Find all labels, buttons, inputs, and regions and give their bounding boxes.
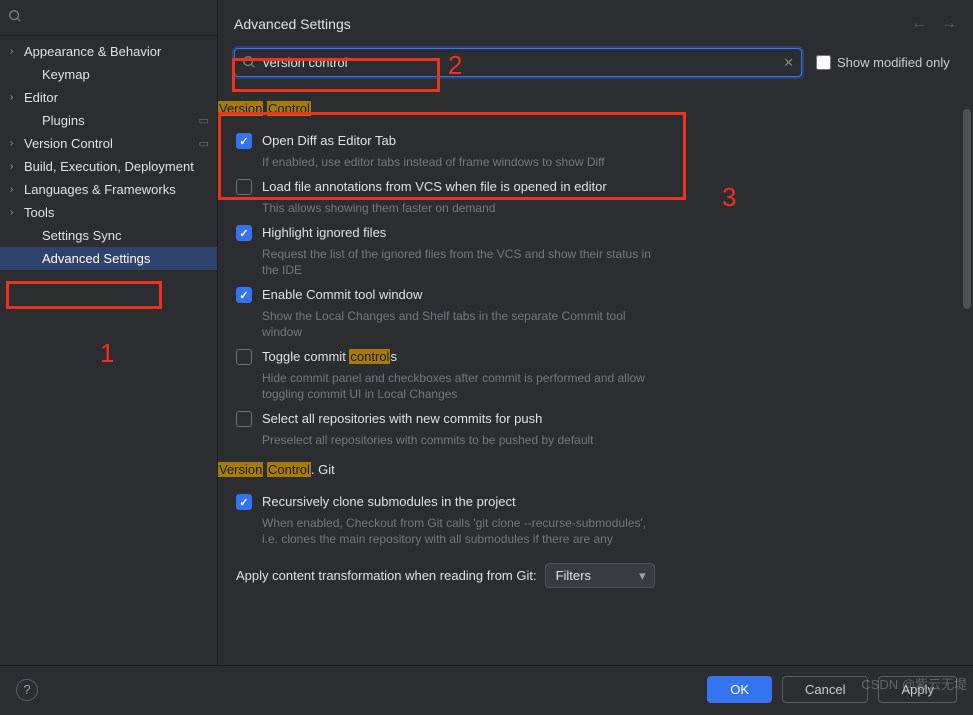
chevron-right-icon: ›	[10, 184, 24, 195]
sidebar-item-keymap[interactable]: Keymap	[0, 63, 217, 86]
sidebar-item-settings-sync[interactable]: Settings Sync	[0, 224, 217, 247]
setting-label: Open Diff as Editor Tab	[262, 132, 953, 150]
dialog-footer: ? OK Cancel Apply	[0, 665, 973, 713]
setting-checkbox[interactable]	[236, 133, 252, 149]
search-icon	[242, 55, 256, 72]
sidebar-item-label: Settings Sync	[42, 228, 209, 243]
sidebar-item-label: Build, Execution, Deployment	[24, 159, 209, 174]
setting-description: If enabled, use editor tabs instead of f…	[262, 154, 662, 170]
setting-label: Select all repositories with new commits…	[262, 410, 953, 428]
setting-description: Preselect all repositories with commits …	[262, 432, 662, 448]
setting-label: Highlight ignored files	[262, 224, 953, 242]
sidebar-search	[0, 0, 217, 36]
setting-description: This allows showing them faster on deman…	[262, 200, 662, 216]
sidebar-item-build-execution-deployment[interactable]: ›Build, Execution, Deployment	[0, 155, 217, 178]
page-title: Advanced Settings	[234, 16, 351, 32]
settings-badge-icon: ▭	[199, 137, 209, 150]
sidebar-item-label: Plugins	[42, 113, 199, 128]
sidebar-item-label: Keymap	[42, 67, 209, 82]
sidebar-item-label: Advanced Settings	[42, 251, 209, 266]
main-header: Advanced Settings ← →	[218, 0, 973, 48]
setting-label: Load file annotations from VCS when file…	[262, 178, 953, 196]
setting-checkbox[interactable]	[236, 287, 252, 303]
chevron-right-icon: ›	[10, 92, 24, 103]
sidebar-item-appearance-behavior[interactable]: ›Appearance & Behavior	[0, 40, 217, 63]
setting-checkbox[interactable]	[236, 179, 252, 195]
setting-checkbox[interactable]	[236, 494, 252, 510]
help-button[interactable]: ?	[16, 679, 38, 701]
setting-description: When enabled, Checkout from Git calls 'g…	[262, 515, 662, 547]
setting-description: Request the list of the ignored files fr…	[262, 246, 662, 278]
settings-search: ✕	[234, 48, 802, 77]
chevron-right-icon: ›	[10, 138, 24, 149]
settings-tree: ›Appearance & BehaviorKeymap›EditorPlugi…	[0, 36, 217, 274]
back-arrow-icon[interactable]: ←	[911, 15, 927, 33]
setting-label: Recursively clone submodules in the proj…	[262, 493, 953, 511]
setting-row: Open Diff as Editor Tab If enabled, use e…	[218, 126, 953, 172]
section-title: Version Control. Git	[218, 462, 953, 477]
sidebar-item-label: Languages & Frameworks	[24, 182, 209, 197]
sidebar-item-languages-frameworks[interactable]: ›Languages & Frameworks	[0, 178, 217, 201]
sidebar-item-label: Appearance & Behavior	[24, 44, 209, 59]
chevron-right-icon: ›	[10, 207, 24, 218]
sidebar-item-label: Tools	[24, 205, 209, 220]
clear-icon[interactable]: ✕	[783, 55, 794, 71]
sidebar-item-plugins[interactable]: Plugins▭	[0, 109, 217, 132]
sidebar-item-label: Version Control	[24, 136, 199, 151]
dropdown-label: Apply content transformation when readin…	[236, 568, 537, 583]
sidebar-item-version-control[interactable]: ›Version Control▭	[0, 132, 217, 155]
show-modified-only-label: Show modified only	[837, 55, 950, 70]
search-icon	[8, 9, 22, 26]
dropdown-setting-row: Apply content transformation when readin…	[218, 549, 953, 594]
settings-search-input[interactable]	[234, 48, 802, 77]
setting-row: Highlight ignored files Request the list …	[218, 218, 953, 280]
setting-checkbox[interactable]	[236, 411, 252, 427]
ok-button[interactable]: OK	[707, 676, 772, 703]
sidebar-item-editor[interactable]: ›Editor	[0, 86, 217, 109]
show-modified-only-checkbox[interactable]	[816, 55, 831, 70]
setting-checkbox[interactable]	[236, 225, 252, 241]
setting-description: Show the Local Changes and Shelf tabs in…	[262, 308, 662, 340]
sidebar-item-advanced-settings[interactable]: Advanced Settings	[0, 247, 217, 270]
sidebar-search-input[interactable]	[8, 6, 209, 29]
chevron-right-icon: ›	[10, 46, 24, 57]
setting-description: Hide commit panel and checkboxes after c…	[262, 370, 662, 402]
sidebar-item-tools[interactable]: ›Tools	[0, 201, 217, 224]
setting-row: Recursively clone submodules in the proj…	[218, 487, 953, 549]
filters-dropdown[interactable]: Filters	[545, 563, 655, 588]
show-modified-only[interactable]: Show modified only	[816, 55, 950, 70]
setting-label: Enable Commit tool window	[262, 286, 953, 304]
cancel-button[interactable]: Cancel	[782, 676, 868, 703]
forward-arrow-icon[interactable]: →	[941, 15, 957, 33]
setting-row: Load file annotations from VCS when file…	[218, 172, 953, 218]
setting-row: Enable Commit tool window Show the Local …	[218, 280, 953, 342]
apply-button[interactable]: Apply	[878, 676, 957, 703]
sidebar-item-label: Editor	[24, 90, 209, 105]
settings-sidebar: ›Appearance & BehaviorKeymap›EditorPlugi…	[0, 0, 218, 665]
chevron-right-icon: ›	[10, 161, 24, 172]
settings-badge-icon: ▭	[199, 114, 209, 127]
section-title: Version Control	[218, 101, 953, 116]
setting-checkbox[interactable]	[236, 349, 252, 365]
setting-row: Toggle commit controls Hide commit panel …	[218, 342, 953, 404]
setting-label: Toggle commit controls	[262, 348, 953, 366]
setting-row: Select all repositories with new commits…	[218, 404, 953, 450]
scrollbar[interactable]	[963, 109, 971, 309]
